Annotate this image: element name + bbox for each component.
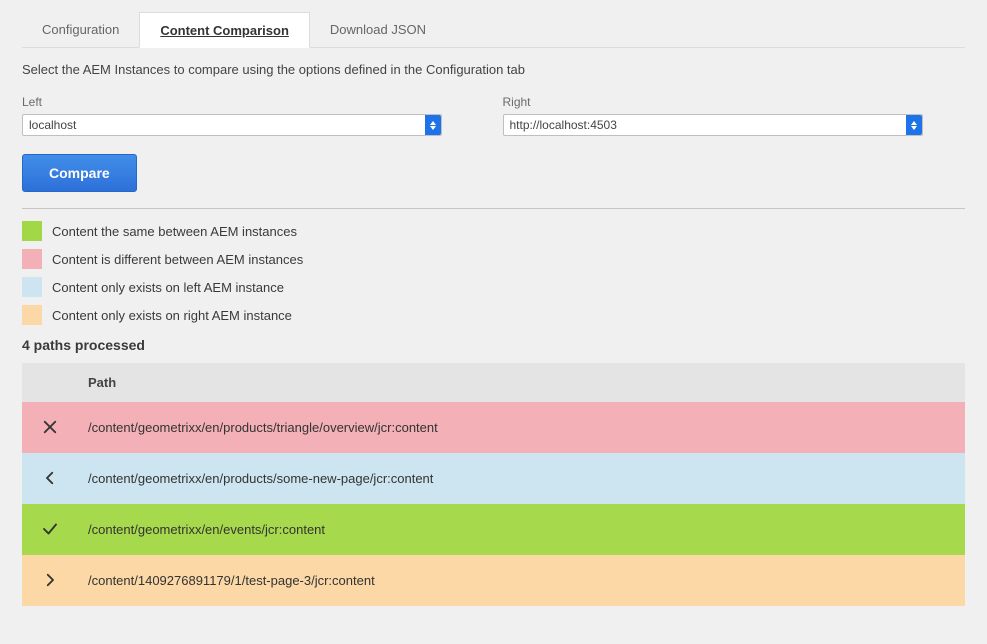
x-icon [39, 416, 61, 438]
table-cell-path: /content/geometrixx/en/events/jcr:conten… [78, 504, 965, 555]
paths-processed-summary: 4 paths processed [22, 337, 965, 353]
table-cell-path: /content/1409276891179/1/test-page-3/jcr… [78, 555, 965, 606]
divider [22, 208, 965, 209]
table-row[interactable]: /content/1409276891179/1/test-page-3/jcr… [22, 555, 965, 606]
table-cell-path: /content/geometrixx/en/products/triangle… [78, 402, 965, 453]
table-header-path: Path [78, 363, 965, 402]
instance-selects: Left localhost Right http://localhost:45… [22, 95, 965, 136]
legend-swatch-same [22, 221, 42, 241]
tab-configuration[interactable]: Configuration [22, 12, 139, 48]
right-instance-select[interactable]: http://localhost:4503 [503, 114, 923, 136]
legend: Content the same between AEM instances C… [22, 221, 965, 325]
legend-swatch-left [22, 277, 42, 297]
left-instance-select[interactable]: localhost [22, 114, 442, 136]
instructions-text: Select the AEM Instances to compare usin… [22, 62, 965, 77]
table-row[interactable]: /content/geometrixx/en/products/triangle… [22, 402, 965, 453]
tab-content-comparison[interactable]: Content Comparison [139, 12, 310, 48]
legend-swatch-diff [22, 249, 42, 269]
check-icon [39, 518, 61, 540]
left-instance-value: localhost [29, 118, 76, 132]
table-row[interactable]: /content/geometrixx/en/products/some-new… [22, 453, 965, 504]
left-select-label: Left [22, 95, 455, 109]
table-cell-path: /content/geometrixx/en/products/some-new… [78, 453, 965, 504]
chevron-left-icon [39, 467, 61, 489]
legend-label-left: Content only exists on left AEM instance [52, 280, 284, 295]
legend-label-right: Content only exists on right AEM instanc… [52, 308, 292, 323]
dropdown-arrows-icon [906, 115, 922, 135]
right-instance-value: http://localhost:4503 [510, 118, 617, 132]
legend-swatch-right [22, 305, 42, 325]
tabs: Configuration Content Comparison Downloa… [22, 12, 965, 48]
compare-button[interactable]: Compare [22, 154, 137, 192]
chevron-right-icon [39, 569, 61, 591]
table-header-status [22, 363, 78, 402]
table-row[interactable]: /content/geometrixx/en/events/jcr:conten… [22, 504, 965, 555]
right-select-label: Right [503, 95, 936, 109]
tab-download-json[interactable]: Download JSON [310, 12, 446, 48]
results-table: Path /content/geometrixx/en/products/tri… [22, 363, 965, 606]
legend-label-diff: Content is different between AEM instanc… [52, 252, 303, 267]
dropdown-arrows-icon [425, 115, 441, 135]
legend-label-same: Content the same between AEM instances [52, 224, 297, 239]
